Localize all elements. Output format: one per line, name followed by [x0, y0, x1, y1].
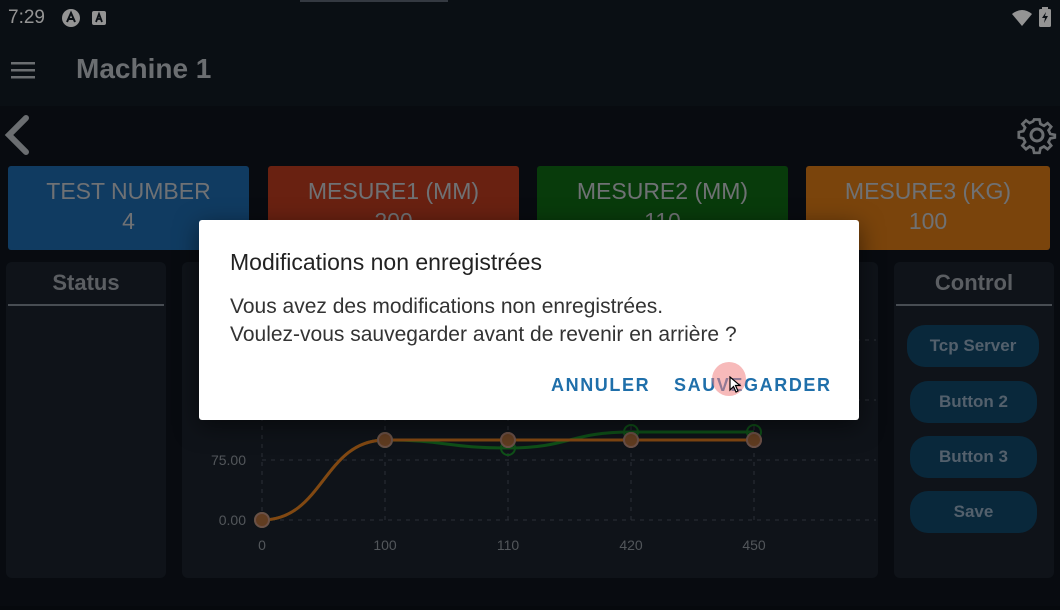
dialog-message-line-1: Vous avez des modifications non enregist… [230, 295, 664, 318]
cancel-button[interactable]: ANNULER [551, 375, 650, 396]
dialog-title: Modifications non enregistrées [230, 249, 542, 275]
dialog-message-line-2: Voulez-vous sauvegarder avant de revenir… [230, 323, 737, 346]
dialog-message: Vous avez des modifications non enregist… [230, 293, 737, 349]
unsaved-changes-dialog: Modifications non enregistrées Vous avez… [199, 220, 859, 420]
mouse-cursor-icon [729, 376, 742, 393]
save-changes-button[interactable]: SAUVEGARDER [674, 375, 832, 396]
